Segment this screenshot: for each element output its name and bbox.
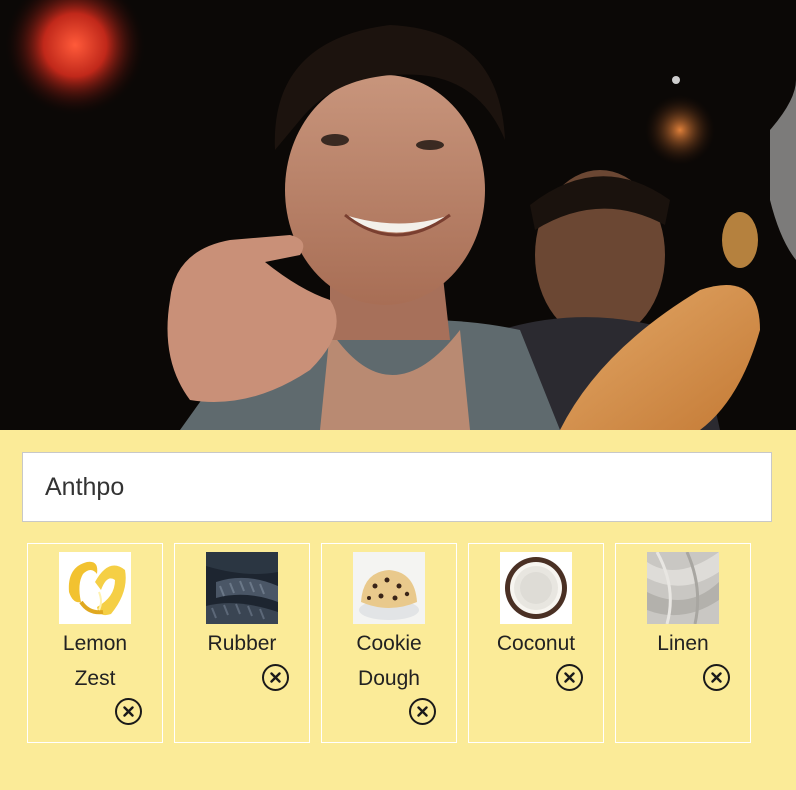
linen-thumbnail	[647, 552, 719, 624]
scent-card-cookie-dough[interactable]: Cookie Dough	[321, 543, 457, 743]
scent-card-label: Cookie Dough	[329, 626, 449, 696]
photo	[0, 0, 796, 430]
lemon-zest-thumbnail	[59, 552, 131, 624]
scent-card-label-line1: Rubber	[207, 632, 277, 655]
scent-card-label: Lemon Zest	[35, 626, 155, 696]
scent-card-linen[interactable]: Linen	[615, 543, 751, 743]
scent-card-label: Coconut	[476, 626, 596, 661]
scent-card-coconut[interactable]: Coconut	[468, 543, 604, 743]
close-circle-icon[interactable]	[703, 664, 730, 691]
cookie-dough-thumbnail	[353, 552, 425, 624]
scent-card-lemon-zest[interactable]: Lemon Zest	[27, 543, 163, 743]
scent-card-label-line1: Linen	[657, 632, 709, 655]
close-circle-icon[interactable]	[556, 664, 583, 691]
scent-card-label-line2: Zest	[74, 667, 116, 690]
scent-card-label: Linen	[623, 626, 743, 661]
rubber-thumbnail	[206, 552, 278, 624]
coconut-thumbnail	[500, 552, 572, 624]
close-circle-icon[interactable]	[115, 698, 142, 725]
scent-card-label-line1: Cookie	[356, 632, 422, 655]
close-circle-icon[interactable]	[262, 664, 289, 691]
scent-card-label-line2: Dough	[358, 667, 420, 690]
scent-card-label-line1: Lemon	[62, 632, 128, 655]
scent-card-label: Rubber	[182, 626, 302, 661]
photo-image	[0, 0, 796, 430]
scent-card-rubber[interactable]: Rubber	[174, 543, 310, 743]
scent-card-label-line1: Coconut	[496, 632, 576, 655]
scent-list: Lemon Zest Rubber Cookie Dough Coconut L…	[27, 543, 751, 743]
search-input[interactable]	[22, 452, 772, 522]
scent-panel: Lemon Zest Rubber	[0, 430, 796, 790]
close-circle-icon[interactable]	[409, 698, 436, 725]
